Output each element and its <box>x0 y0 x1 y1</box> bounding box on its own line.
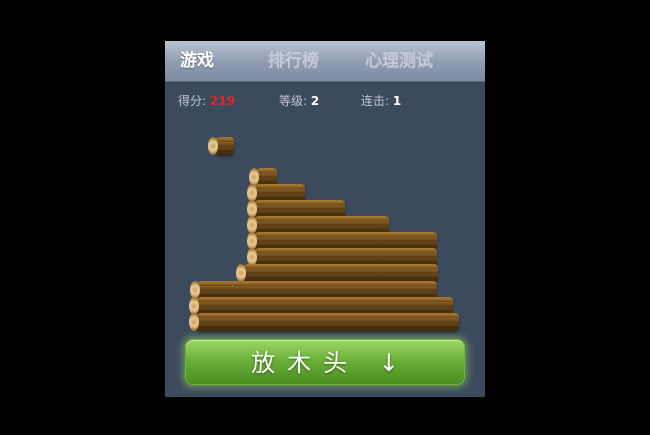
drop-log-button[interactable]: 放木头 ↓ <box>185 339 465 385</box>
stacked-log <box>189 313 459 331</box>
stacked-log <box>236 264 438 282</box>
game-stage[interactable]: 游戏 排行榜 心理测试 得分: 219 等级: 2 连击: 1 放木头 ↓ <box>165 41 485 397</box>
falling-log <box>208 137 234 155</box>
